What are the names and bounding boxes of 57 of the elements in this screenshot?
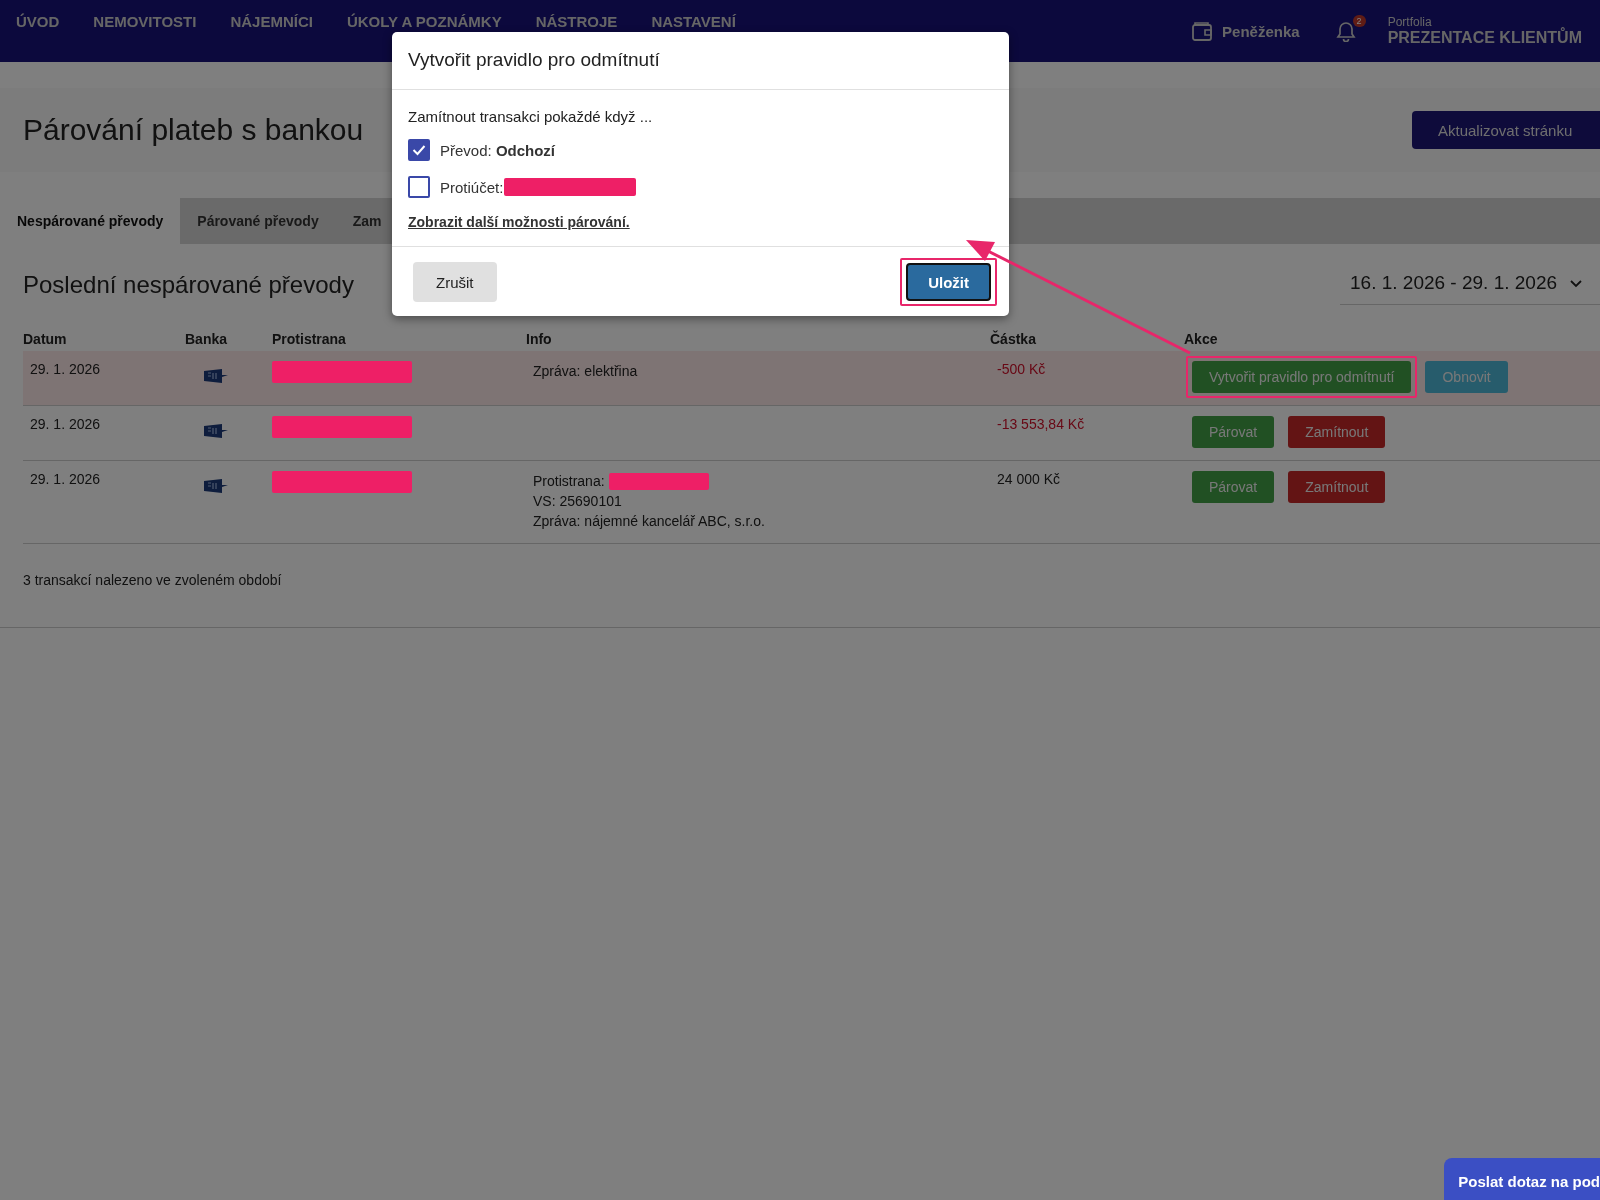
nav-link[interactable]: NASTAVENÍ [651,13,736,30]
restore-button[interactable]: Obnovit [1425,361,1508,393]
date-cell: 29. 1. 2026 [30,416,101,432]
info-text: Zpráva: nájemné kancelář ABC, s.r.o. [533,512,765,531]
checkbox-label: Převod: Odchozí [440,141,556,159]
nav-link[interactable]: NEMOVITOSTI [93,13,197,30]
pair-button[interactable]: Párovat [1192,471,1275,503]
chat-button[interactable]: Poslat dotaz na pod [1444,1158,1600,1200]
column-header: Protistrana [272,331,347,349]
pair-button[interactable]: Párovat [1192,416,1275,448]
column-header: Banka [185,331,229,349]
dialog-prompt: Zamítnout transakci pokaždé když ... [408,108,654,125]
reject-button[interactable]: Zamítnout [1288,416,1386,448]
bank-logo-icon [203,422,229,440]
dialog-title: Vytvořit pravidlo pro odmítnutí [392,32,1009,90]
column-header: Info [526,331,553,349]
bell-icon[interactable] [1335,20,1356,42]
more-options-link[interactable]: Zobrazit další možnosti párování. [408,214,630,230]
column-header: Částka [990,331,1037,349]
page-title: Párování plateb s bankou [23,113,364,147]
wallet-link[interactable]: Peněženka [1222,22,1300,40]
section-title: Poslední nespárované převody [23,270,354,299]
nav-link[interactable]: NÁSTROJE [535,13,618,30]
nav-link[interactable]: ÚKOLY A POZNÁMKY [346,13,502,30]
info-text: VS: 25690101 [533,492,622,511]
info-text: Protistrana: [533,472,605,491]
tab[interactable]: Párované převody [180,198,336,244]
amount-cell: -13 553,84 Kč [997,416,1085,432]
tab[interactable]: Zam [335,198,399,244]
account-caption: Portfolia [1387,15,1433,29]
create-rule-button[interactable]: Vytvořit pravidlo pro odmítnutí [1192,361,1412,393]
bank-logo-icon [203,477,229,495]
checkbox[interactable] [408,139,430,161]
amount-cell: 24 000 Kč [997,471,1061,487]
chevron-down-icon [1569,278,1584,288]
wallet-icon [1191,20,1214,42]
nav-link[interactable]: ÚVOD [16,13,60,30]
bank-logo-icon [203,367,229,385]
checkbox[interactable] [408,176,430,198]
cancel-button[interactable]: Zrušit [413,262,497,302]
notification-count: 2 [1352,14,1366,27]
nav-link[interactable]: NÁJEMNÍCI [230,13,313,30]
tab[interactable]: Nespárované převody [0,198,181,244]
amount-cell: -500 Kč [997,361,1046,377]
date-range-dropdown[interactable]: 16. 1. 2026 - 29. 1. 2026 [1340,264,1600,305]
column-header: Akce [1184,331,1219,349]
date-cell: 29. 1. 2026 [30,361,101,377]
date-cell: 29. 1. 2026 [30,471,101,487]
info-text: Zpráva: elektřina [533,362,638,381]
save-button[interactable]: Uložit [906,263,991,301]
refresh-button[interactable]: Aktualizovat stránku [1412,111,1600,149]
reject-button[interactable]: Zamítnout [1288,471,1386,503]
column-header: Datum [23,331,68,349]
checkbox-label: Protiúčet: [440,178,504,196]
account-name[interactable]: PREZENTACE KLIENTŮM [1387,29,1582,47]
checkmark-icon [412,144,426,156]
result-summary: 3 transakcí nalezeno ve zvoleném období [23,572,283,588]
